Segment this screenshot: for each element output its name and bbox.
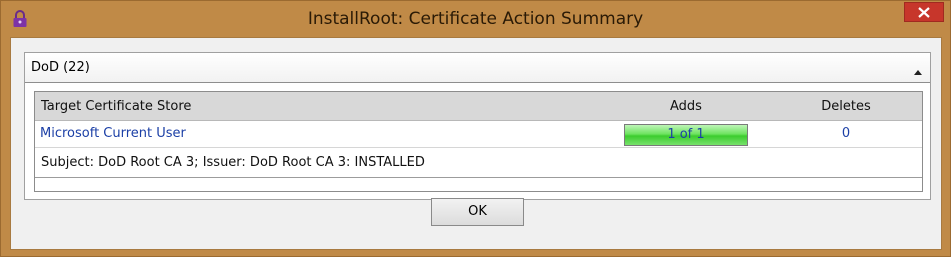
store-name-cell[interactable]: Microsoft Current User [40,121,186,147]
column-header-deletes[interactable]: Deletes [784,92,908,121]
certificate-store-table: Target Certificate Store Adds Deletes Mi… [34,91,923,192]
dialog-window: InstallRoot: Certificate Action Summary … [0,0,951,257]
window-title: InstallRoot: Certificate Action Summary [307,9,644,29]
chevron-up-icon[interactable] [912,63,924,75]
column-header-store[interactable]: Target Certificate Store [41,92,191,121]
close-button[interactable] [904,2,944,22]
expander-header[interactable]: DoD (22) [25,53,930,83]
table-row[interactable]: Microsoft Current User 1 of 1 0 [35,121,922,148]
table-header: Target Certificate Store Adds Deletes [35,92,922,121]
column-header-adds[interactable]: Adds [624,92,748,121]
title-bar[interactable]: InstallRoot: Certificate Action Summary [1,1,950,37]
dialog-content: DoD (22) Target Certificate Store Adds D… [10,37,942,250]
adds-progress-bar: 1 of 1 [624,124,748,146]
certificate-detail-text: Subject: DoD Root CA 3; Issuer: DoD Root… [41,155,425,170]
expander-title: DoD (22) [31,60,90,75]
deletes-count[interactable]: 0 [784,121,908,147]
ok-button[interactable]: OK [431,198,524,226]
dod-expander: DoD (22) Target Certificate Store Adds D… [24,52,931,200]
certificate-detail-row: Subject: DoD Root CA 3; Issuer: DoD Root… [35,149,922,178]
close-icon [918,6,930,18]
